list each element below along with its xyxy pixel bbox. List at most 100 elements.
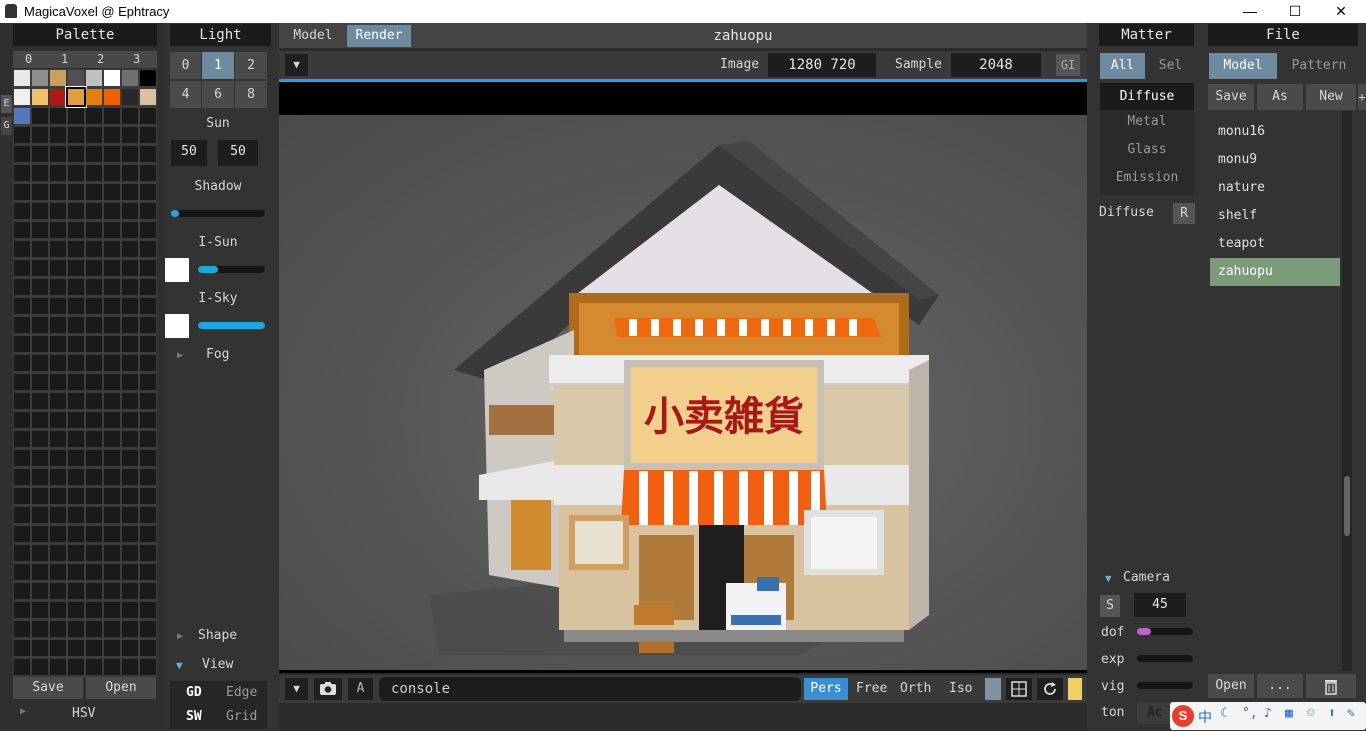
shape-expand-icon[interactable]: ▶ (177, 631, 183, 642)
palette-swatch[interactable] (140, 507, 156, 523)
palette-swatch[interactable] (68, 374, 84, 390)
iso-camera-button[interactable]: Iso (949, 681, 972, 696)
palette-swatch[interactable] (32, 108, 48, 124)
palette-open-button[interactable]: Open (86, 677, 156, 699)
palette-swatch[interactable] (140, 355, 156, 371)
palette-swatch[interactable] (32, 355, 48, 371)
palette-swatch[interactable] (140, 184, 156, 200)
file-list-scrollbar[interactable] (1342, 111, 1352, 671)
palette-swatch[interactable] (140, 545, 156, 561)
palette-swatch[interactable] (104, 374, 120, 390)
palette-swatch[interactable] (86, 659, 102, 675)
file-save-button[interactable]: Save (1208, 84, 1254, 110)
isun-slider[interactable] (198, 266, 265, 273)
ime-moon-icon[interactable]: ☾ (1220, 706, 1228, 721)
isky-color-swatch[interactable] (165, 314, 189, 338)
palette-swatch[interactable] (122, 412, 138, 428)
palette-swatch[interactable] (104, 241, 120, 257)
palette-swatch[interactable] (122, 355, 138, 371)
palette-swatch[interactable] (122, 583, 138, 599)
file-add-button[interactable]: + (1358, 84, 1366, 110)
palette-swatch[interactable] (140, 412, 156, 428)
frame-icon[interactable] (1006, 678, 1032, 700)
palette-swatch[interactable] (14, 488, 30, 504)
edge-toggle[interactable]: Edge (226, 685, 257, 700)
light-slot-6[interactable]: 6 (202, 81, 234, 108)
palette-swatch[interactable] (68, 146, 84, 162)
render-canvas[interactable]: 小卖雑貨 (279, 115, 1087, 670)
palette-swatch[interactable] (104, 545, 120, 561)
palette-swatch[interactable] (140, 564, 156, 580)
palette-swatch[interactable] (122, 165, 138, 181)
ime-keyboard-icon[interactable]: ▦ (1285, 706, 1293, 721)
reset-view-icon[interactable] (1037, 678, 1063, 700)
palette-swatch[interactable] (86, 621, 102, 637)
palette-swatch[interactable] (122, 469, 138, 485)
palette-swatch[interactable] (68, 545, 84, 561)
palette-swatch[interactable] (122, 393, 138, 409)
palette-swatch[interactable] (86, 450, 102, 466)
palette-swatch[interactable] (32, 469, 48, 485)
palette-swatch[interactable] (86, 146, 102, 162)
camera-collapse-icon[interactable]: ▼ (1105, 572, 1112, 585)
palette-swatch[interactable] (50, 564, 66, 580)
palette-swatch[interactable] (32, 659, 48, 675)
palette-swatch[interactable] (32, 621, 48, 637)
palette-swatch[interactable] (140, 70, 156, 86)
palette-swatch[interactable] (104, 393, 120, 409)
palette-swatch[interactable] (86, 374, 102, 390)
diffuse-r-button[interactable]: R (1173, 203, 1195, 224)
hsv-label[interactable]: HSV (72, 706, 95, 721)
palette-swatch[interactable] (104, 431, 120, 447)
palette-swatch[interactable] (14, 469, 30, 485)
palette-swatch[interactable] (50, 526, 66, 542)
palette-swatch[interactable] (14, 260, 30, 276)
palette-swatch[interactable] (14, 450, 30, 466)
palette-swatch[interactable] (68, 564, 84, 580)
palette-swatch[interactable] (122, 184, 138, 200)
palette-swatch[interactable] (32, 602, 48, 618)
file-pattern-tab[interactable]: Pattern (1281, 53, 1357, 79)
palette-swatch[interactable] (104, 279, 120, 295)
palette-swatch[interactable] (104, 203, 120, 219)
palette-swatch[interactable] (122, 317, 138, 333)
palette-swatch[interactable] (32, 241, 48, 257)
file-delete-button[interactable] (1306, 674, 1356, 698)
palette-swatch[interactable] (68, 279, 84, 295)
palette-swatch[interactable] (140, 146, 156, 162)
palette-swatch[interactable] (104, 507, 120, 523)
file-save-as-button[interactable]: As (1257, 84, 1303, 110)
tab-model[interactable]: Model (283, 25, 343, 47)
console-input[interactable]: console (379, 677, 801, 701)
palette-swatch[interactable] (50, 640, 66, 656)
palette-swatch[interactable] (122, 602, 138, 618)
palette-swatch[interactable] (86, 298, 102, 314)
palette-swatch[interactable] (32, 203, 48, 219)
palette-swatch[interactable] (14, 89, 30, 105)
sample-field[interactable]: 2048 (951, 53, 1041, 77)
ime-settings-icon[interactable]: ✎ (1347, 706, 1355, 721)
palette-swatch[interactable] (104, 336, 120, 352)
palette-swatch[interactable] (68, 602, 84, 618)
palette-swatch[interactable] (86, 336, 102, 352)
palette-swatch[interactable] (122, 488, 138, 504)
fog-expand-icon[interactable]: ▶ (177, 350, 183, 361)
palette-swatch[interactable] (86, 507, 102, 523)
palette-swatch[interactable] (32, 260, 48, 276)
palette-swatch[interactable] (140, 431, 156, 447)
palette-swatch[interactable] (14, 659, 30, 675)
view-collapse-icon[interactable]: ▼ (176, 659, 183, 672)
palette-swatch[interactable] (68, 526, 84, 542)
palette-swatch[interactable] (50, 469, 66, 485)
ime-chinese-toggle[interactable]: 中 (1198, 707, 1212, 727)
palette-swatch[interactable] (140, 241, 156, 257)
palette-swatch[interactable] (32, 317, 48, 333)
palette-swatch[interactable] (104, 127, 120, 143)
palette-swatch[interactable] (68, 507, 84, 523)
palette-swatch[interactable] (14, 621, 30, 637)
palette-swatch[interactable] (68, 583, 84, 599)
palette-swatch[interactable] (104, 165, 120, 181)
palette-swatch[interactable] (14, 602, 30, 618)
palette-grid[interactable] (13, 69, 157, 677)
palette-swatch[interactable] (122, 336, 138, 352)
